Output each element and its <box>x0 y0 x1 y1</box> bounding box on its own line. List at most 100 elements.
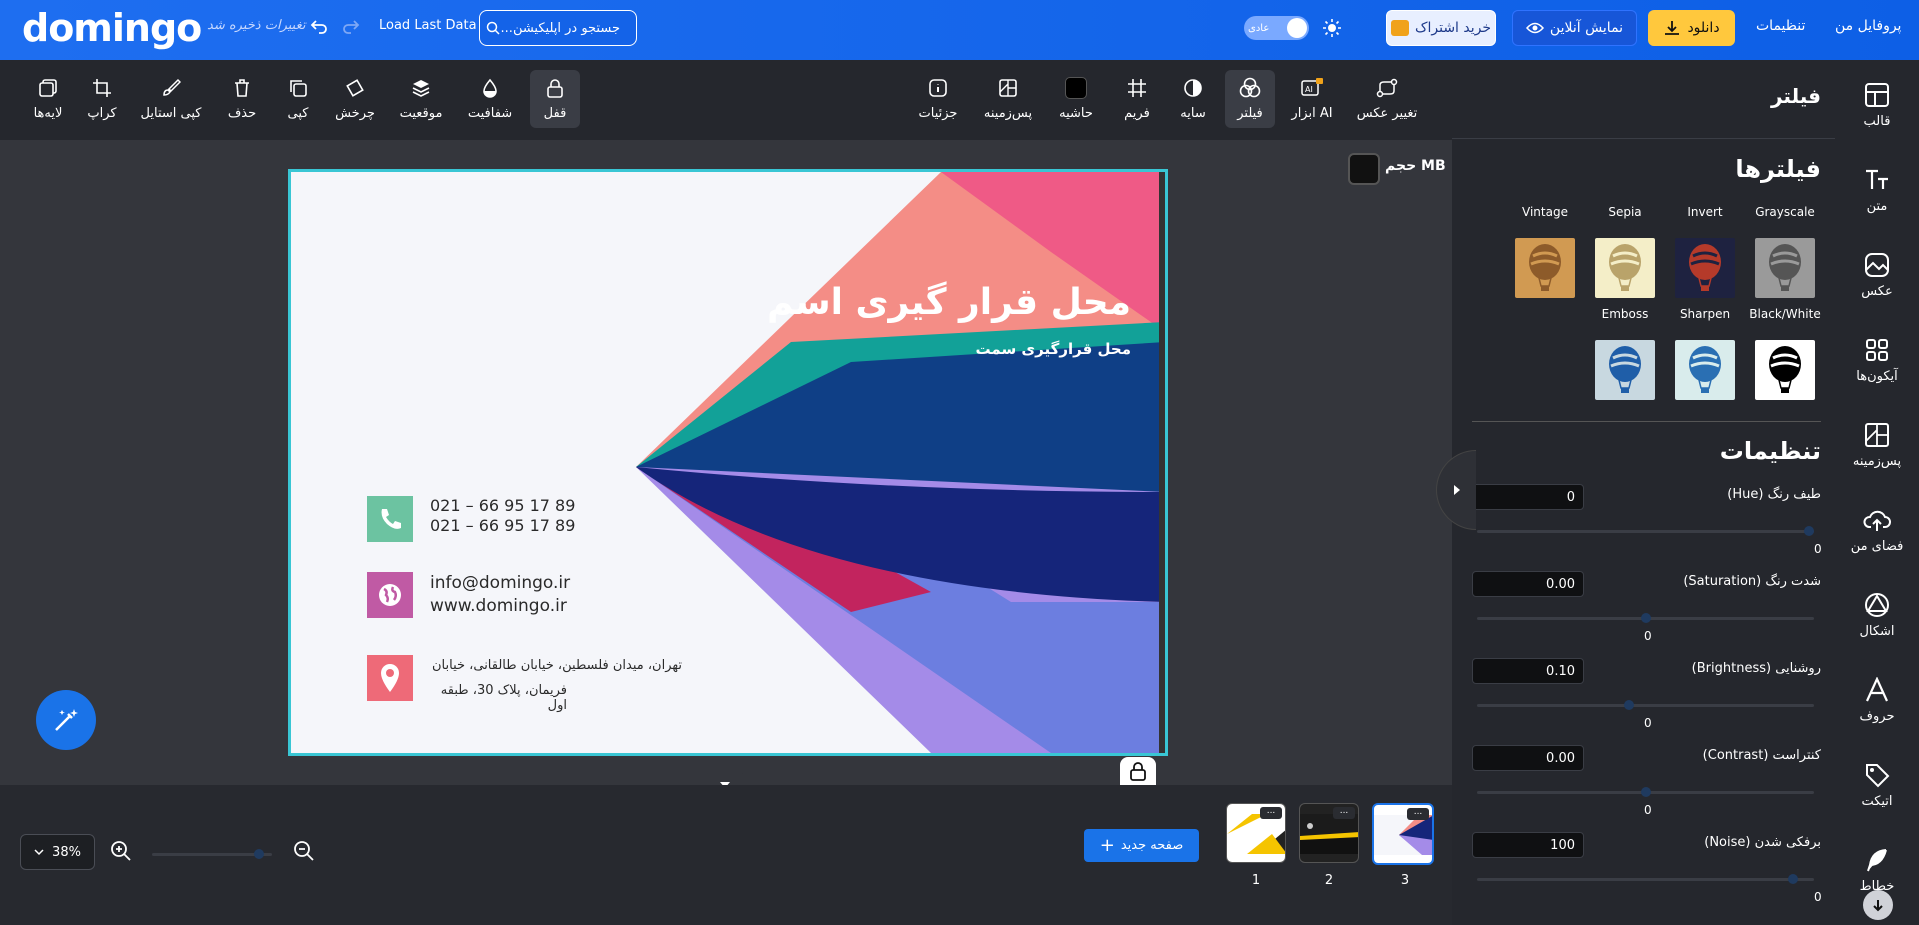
slider-knob[interactable] <box>1804 526 1814 536</box>
setting-slider[interactable] <box>1477 787 1814 797</box>
setting-label: کنتراست (Contrast) <box>1702 748 1821 763</box>
tool-background[interactable]: پس‌زمینه <box>980 70 1036 128</box>
sidebar-item-background[interactable]: پس‌زمینه <box>1835 420 1919 469</box>
card-website[interactable]: www.domingo.ir <box>430 596 567 616</box>
zoom-slider-knob[interactable] <box>254 849 264 859</box>
tool-label: حاشیه <box>1059 106 1093 121</box>
tool-filter[interactable]: فیلتر <box>1225 70 1275 128</box>
logo[interactable]: domingo <box>22 6 202 50</box>
card-title[interactable]: محل قرار گیری اسم <box>767 282 1131 323</box>
tool-rotate[interactable]: چرخش <box>334 70 376 128</box>
page-thumb-3[interactable]: ... <box>1372 803 1434 865</box>
sidebar-item-shapes[interactable]: اشکال <box>1835 590 1919 639</box>
profile-link[interactable]: پروفایل من <box>1835 18 1901 34</box>
card-email[interactable]: info@domingo.ir <box>430 573 570 593</box>
crown-icon <box>1390 20 1409 36</box>
setting-slider[interactable] <box>1477 526 1814 536</box>
setting-input[interactable] <box>1472 484 1584 510</box>
load-last-data-button[interactable]: Load Last Data <box>379 18 477 33</box>
tool-frame[interactable]: فریم <box>1118 70 1156 128</box>
page-number: 1 <box>1251 873 1261 888</box>
sidebar-item-feather[interactable]: خطاط <box>1835 845 1919 894</box>
tool-change-photo[interactable]: تغییر عکس <box>1354 70 1420 128</box>
card-address-1[interactable]: تهران، میدان فلسطین، خیابان طالقانی، خیا… <box>430 658 682 673</box>
tool-lock[interactable]: قفل <box>530 70 580 128</box>
tool-label: لایه‌ها <box>33 106 63 121</box>
zoom-select[interactable]: 38% <box>20 834 95 870</box>
undo-icon[interactable] <box>307 14 331 38</box>
tool-label: شفافیت <box>467 106 513 121</box>
card-address-2[interactable]: فریمان، پلاک 30، طبقه اول <box>430 683 682 713</box>
change-photo-icon <box>1375 76 1399 100</box>
sidebar-item-text[interactable]: متن <box>1835 165 1919 214</box>
tool-copy[interactable]: کپی <box>280 70 316 128</box>
card-lock-button[interactable] <box>1120 757 1156 785</box>
new-page-button[interactable]: + صفحه جدید <box>1084 829 1199 862</box>
filter-thumb-sepia[interactable] <box>1595 238 1655 298</box>
zoom-value: 38% <box>52 844 81 860</box>
search-box[interactable] <box>479 10 637 46</box>
sidebar-item-tag[interactable]: اتیکت <box>1835 760 1919 809</box>
setting-input[interactable] <box>1472 571 1584 597</box>
card-phone-1[interactable]: 021 – 66 95 17 89 <box>430 496 575 515</box>
text-icon <box>1862 165 1892 195</box>
business-card[interactable]: محل قرار گیری اسم محل قرارگیری سمت 021 –… <box>288 169 1168 756</box>
tool-position[interactable]: موقعیت <box>396 70 446 128</box>
zoom-out-icon[interactable] <box>293 840 315 866</box>
filter-thumb-vintage[interactable] <box>1515 238 1575 298</box>
sidebar-item-image[interactable]: عکس <box>1835 250 1919 299</box>
redo-icon[interactable] <box>339 14 363 38</box>
online-preview-button[interactable]: نمایش آنلاین <box>1512 10 1637 46</box>
tool-crop[interactable]: کراپ <box>82 70 122 128</box>
filter-thumb-grayscale[interactable] <box>1755 238 1815 298</box>
page-menu-icon[interactable]: ... <box>1333 807 1355 819</box>
tool-border[interactable]: حاشیه <box>1055 70 1097 128</box>
filter-thumb-black-white[interactable] <box>1755 340 1815 400</box>
zoom-slider[interactable] <box>152 849 272 859</box>
magic-wand-button[interactable] <box>36 690 96 750</box>
sun-icon[interactable] <box>1320 16 1344 40</box>
setting-input[interactable] <box>1472 658 1584 684</box>
mode-toggle[interactable]: عادی <box>1244 16 1309 40</box>
tool-delete[interactable]: حذف <box>224 70 260 128</box>
setting-slider[interactable] <box>1477 613 1814 623</box>
calculator-icon[interactable] <box>1348 153 1380 185</box>
buy-subscription-button[interactable]: خرید اشتراک <box>1386 10 1496 46</box>
tool-ai[interactable]: AI ابزار AI <box>1290 70 1334 128</box>
slider-knob[interactable] <box>1787 874 1798 884</box>
slider-knob[interactable] <box>1640 613 1651 623</box>
sidebar-item-template[interactable]: قالب <box>1835 80 1919 129</box>
filter-thumb-sharpen[interactable] <box>1675 340 1735 400</box>
sidebar-item-icons-grid[interactable]: آیکون‌ها <box>1835 335 1919 384</box>
sidebar-item-label: اشکال <box>1859 624 1895 639</box>
shadow-icon <box>1181 76 1205 100</box>
scroll-down-button[interactable] <box>1863 890 1893 920</box>
tool-details[interactable]: جزئیات <box>916 70 960 128</box>
tool-shadow[interactable]: سایه <box>1174 70 1212 128</box>
setting-slider[interactable] <box>1477 874 1814 884</box>
zoom-in-icon[interactable] <box>110 840 132 866</box>
tool-copy-style[interactable]: کپی استایل <box>138 70 204 128</box>
card-subtitle[interactable]: محل قرارگیری سمت <box>976 340 1131 358</box>
setting-input[interactable] <box>1472 832 1584 858</box>
filter-thumb-invert[interactable] <box>1675 238 1735 298</box>
page-thumb-2[interactable]: ... <box>1299 803 1359 863</box>
search-input[interactable] <box>500 20 620 36</box>
location-pin-icon <box>367 655 413 701</box>
sidebar-item-letters[interactable]: حروف <box>1835 675 1919 724</box>
sidebar-item-cloud-upload[interactable]: فضای من <box>1835 505 1919 554</box>
filter-thumb-emboss[interactable] <box>1595 340 1655 400</box>
tool-opacity[interactable]: شفافیت <box>466 70 514 128</box>
tool-label: حذف <box>227 106 257 121</box>
download-button[interactable]: دانلود <box>1648 10 1735 46</box>
settings-heading: تنظیمات <box>1719 437 1821 465</box>
settings-link[interactable]: تنظیمات <box>1756 18 1805 34</box>
setting-slider[interactable] <box>1477 700 1814 710</box>
setting-input[interactable] <box>1472 745 1584 771</box>
page-menu-icon[interactable]: ... <box>1260 807 1282 819</box>
slider-knob[interactable] <box>1640 787 1651 797</box>
page-thumb-1[interactable]: ... <box>1226 803 1286 863</box>
card-phone-2[interactable]: 021 – 66 95 17 89 <box>430 516 575 535</box>
page-menu-icon[interactable]: ... <box>1407 808 1429 820</box>
tool-layers[interactable]: لایه‌ها <box>26 70 70 128</box>
